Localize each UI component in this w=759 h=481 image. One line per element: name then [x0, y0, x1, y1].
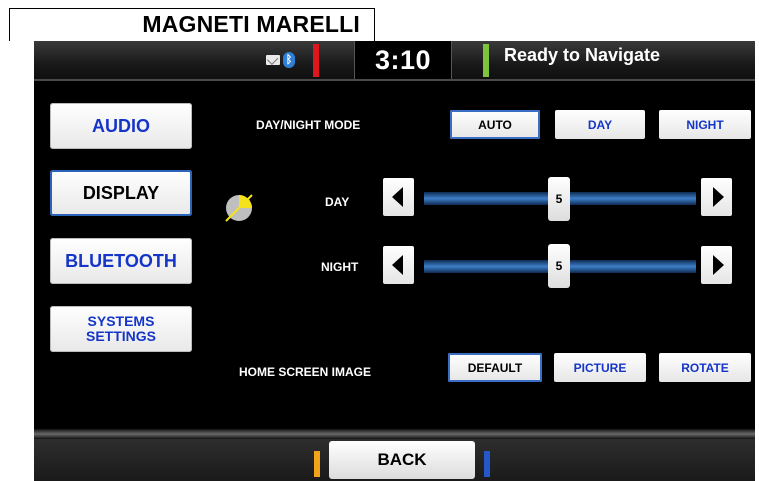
- home-screen-image-label: HOME SCREEN IMAGE: [239, 365, 372, 379]
- bottom-left-indicator: [314, 451, 320, 477]
- home-default-label: DEFAULT: [467, 360, 523, 375]
- mode-day-button[interactable]: DAY: [555, 110, 645, 139]
- bluetooth-icon: ᛒ: [283, 52, 295, 68]
- day-night-sun-icon: [225, 194, 253, 222]
- home-picture-button[interactable]: PICTURE: [554, 353, 646, 382]
- day-increase-button[interactable]: [701, 178, 732, 216]
- home-rotate-label: ROTATE: [681, 360, 729, 375]
- menu-systems-settings-button[interactable]: SYSTEMS SETTINGS: [50, 306, 192, 352]
- right-arrow-icon: [713, 255, 724, 275]
- navigation-status[interactable]: Ready to Navigate: [504, 45, 660, 66]
- night-slider-value: 5: [555, 259, 563, 273]
- infotainment-screen: ᛒ 3:10 Ready to Navigate AUDIO DISPLAY B…: [34, 41, 755, 481]
- bottom-bar: BACK: [34, 439, 755, 481]
- bottom-divider: [34, 429, 755, 439]
- day-slider-value: 5: [555, 192, 563, 206]
- menu-bluetooth-button[interactable]: BLUETOOTH: [50, 238, 192, 284]
- day-decrease-button[interactable]: [383, 178, 414, 216]
- brand-text: MAGNETI MARELLI: [142, 11, 360, 37]
- left-indicator-bar: [313, 44, 319, 77]
- brand-label: MAGNETI MARELLI: [9, 8, 375, 41]
- home-picture-label: PICTURE: [573, 360, 627, 375]
- message-icon[interactable]: [266, 55, 280, 65]
- back-button[interactable]: BACK: [329, 441, 475, 479]
- right-indicator-bar: [483, 44, 489, 77]
- menu-display-label: DISPLAY: [82, 183, 160, 203]
- mode-night-label: NIGHT: [686, 117, 724, 132]
- day-night-mode-label: DAY/NIGHT MODE: [256, 118, 361, 132]
- home-default-button[interactable]: DEFAULT: [448, 353, 542, 382]
- topbar-divider: [34, 79, 755, 81]
- top-status-bar: ᛒ 3:10 Ready to Navigate: [34, 41, 755, 81]
- back-button-label: BACK: [377, 450, 427, 469]
- night-brightness-label: NIGHT: [321, 260, 359, 274]
- mode-auto-label: AUTO: [478, 117, 512, 132]
- mode-auto-button[interactable]: AUTO: [450, 110, 540, 139]
- right-arrow-icon: [713, 187, 724, 207]
- mode-day-label: DAY: [587, 117, 613, 132]
- bottom-right-indicator: [484, 451, 490, 477]
- mode-night-button[interactable]: NIGHT: [659, 110, 751, 139]
- menu-bluetooth-label: BLUETOOTH: [65, 251, 177, 271]
- home-rotate-button[interactable]: ROTATE: [659, 353, 751, 382]
- night-slider-thumb[interactable]: 5: [548, 244, 570, 288]
- menu-audio-button[interactable]: AUDIO: [50, 103, 192, 149]
- menu-display-button[interactable]: DISPLAY: [50, 170, 192, 216]
- left-arrow-icon: [392, 255, 403, 275]
- menu-audio-label: AUDIO: [92, 116, 150, 136]
- day-brightness-label: DAY: [325, 195, 350, 209]
- left-arrow-icon: [392, 187, 403, 207]
- night-decrease-button[interactable]: [383, 246, 414, 284]
- night-increase-button[interactable]: [701, 246, 732, 284]
- day-slider-thumb[interactable]: 5: [548, 177, 570, 221]
- clock: 3:10: [374, 45, 432, 75]
- menu-systems-settings-label: SYSTEMS SETTINGS: [85, 313, 156, 344]
- clock-box[interactable]: 3:10: [354, 41, 452, 81]
